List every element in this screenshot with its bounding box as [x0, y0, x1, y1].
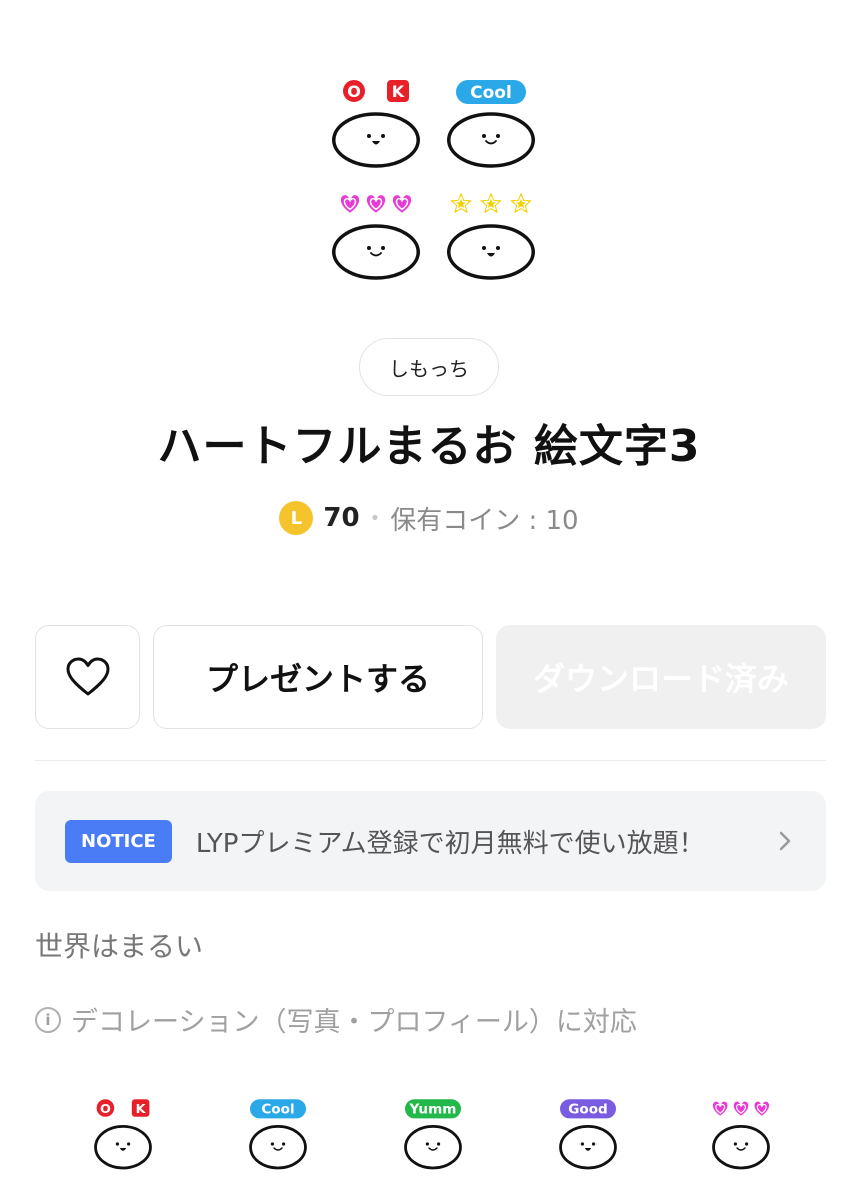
chevron-right-icon: [779, 831, 791, 851]
like-button[interactable]: [35, 625, 140, 729]
page-title: ハートフルまるお 絵文字3: [157, 421, 701, 472]
svg-text:K: K: [392, 82, 405, 101]
divider: [35, 760, 826, 761]
hero-emoji-cool: Cool: [443, 76, 539, 176]
svg-text:Cool: Cool: [470, 83, 512, 103]
svg-text:O: O: [100, 1102, 111, 1117]
hero-emoji-grid: O K Cool: [318, 66, 548, 286]
info-icon: i: [35, 1006, 61, 1033]
price-value: 70: [323, 503, 360, 533]
notice-text: LYPプレミアム登録で初月無料で使い放題！: [195, 828, 705, 859]
preview-emoji-yumm[interactable]: Yumm: [394, 1096, 472, 1176]
preview-emoji-ok[interactable]: O K: [84, 1096, 162, 1176]
description: 世界はまるい: [35, 930, 204, 963]
svg-text:Good: Good: [568, 1102, 608, 1118]
heart-icon: [66, 657, 109, 696]
hero-emoji-stars: [443, 188, 539, 288]
svg-text:K: K: [136, 1102, 147, 1117]
author-chip[interactable]: しもっち: [359, 338, 499, 396]
preview-emoji-row: O K Cool Yumm Good: [0, 1090, 858, 1180]
download-button[interactable]: ダウンロード済み: [496, 625, 826, 729]
present-button[interactable]: プレゼントする: [153, 625, 483, 729]
notice-banner[interactable]: NOTICE LYPプレミアム登録で初月無料で使い放題！: [35, 791, 826, 891]
preview-emoji-hearts[interactable]: [702, 1096, 780, 1176]
price-row: L 70 • 保有コイン : 10: [0, 496, 858, 540]
hero-emoji-ok: O K: [328, 76, 424, 176]
price-separator: •: [369, 507, 381, 529]
owned-coins: 保有コイン : 10: [390, 505, 579, 536]
preview-emoji-cool[interactable]: Cool: [239, 1096, 317, 1176]
notice-badge: NOTICE: [65, 819, 172, 863]
svg-text:Cool: Cool: [261, 1102, 294, 1118]
hero-emoji-hearts: [328, 188, 424, 288]
preview-emoji-good[interactable]: Good: [549, 1096, 627, 1176]
svg-text:O: O: [347, 82, 361, 101]
coin-icon: L: [279, 501, 314, 535]
compat-note: i デコレーション（写真・プロフィール）に対応: [35, 1000, 637, 1039]
svg-text:Yumm: Yumm: [409, 1102, 457, 1118]
compat-text: デコレーション（写真・プロフィール）に対応: [71, 1007, 637, 1038]
